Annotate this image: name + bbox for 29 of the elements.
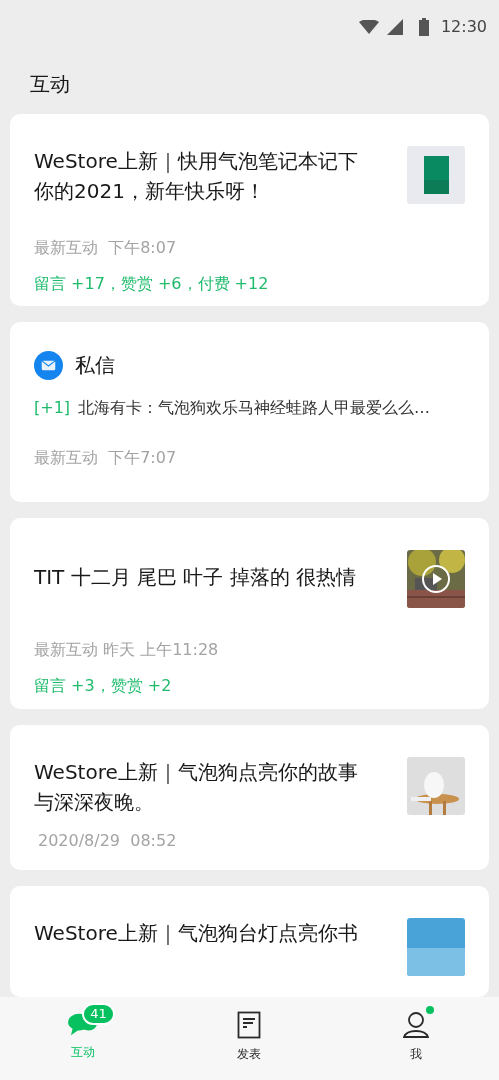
message-preview: 北海有卡：气泡狗欢乐马神经蛙路人甲最爱么么… bbox=[78, 397, 431, 420]
battery-icon bbox=[418, 18, 429, 36]
interaction-stats: 留言 +17，赞赏 +6，付费 +12 bbox=[34, 273, 270, 295]
article-card[interactable]: TIT 十二月 尾巴 叶子 掉落的 很热情 最新互动 昨天 上午11:28 留言 +3，赞赏 +2 bbox=[10, 518, 489, 710]
message-card[interactable]: 私信 [+1] 北海有卡：气泡狗欢乐马神经蛙路人甲最爱么么… 最新互动 下午7:07 bbox=[10, 322, 489, 503]
signal-icon bbox=[386, 19, 403, 35]
tab[interactable]: 我 bbox=[332, 997, 499, 1080]
interaction-time: 最新互动 下午8:07 bbox=[34, 237, 178, 259]
interaction-time: 最新互动 下午7:07 bbox=[34, 447, 178, 470]
message-heading: 私信 bbox=[75, 352, 115, 380]
mail-icon bbox=[34, 350, 63, 380]
article-card[interactable]: WeStore上新｜快用气泡笔记本记下你的2021，新年快乐呀！ 最新互动 下午8:07 留言 +17，赞赏 +6，付费 +12 bbox=[10, 114, 489, 307]
unread-count: [+1] bbox=[34, 397, 71, 420]
article-title: TIT 十二月 尾巴 叶子 掉落的 很热情 bbox=[34, 564, 357, 592]
person-icon bbox=[402, 1011, 429, 1039]
article-card[interactable]: WeStore上新｜气泡狗台灯点亮你书 bbox=[10, 885, 489, 997]
page-title: 互动 bbox=[29, 71, 71, 98]
article-title: WeStore上新｜快用气泡笔记本记下你的2021，新年快乐呀！ bbox=[34, 148, 359, 205]
wifi-icon bbox=[358, 20, 379, 34]
article-title: WeStore上新｜气泡狗台灯点亮你书 bbox=[34, 919, 358, 947]
document-icon bbox=[237, 1011, 262, 1039]
interaction-time: 2020/8/29 08:52 bbox=[38, 830, 178, 853]
article-card[interactable]: WeStore上新｜气泡狗点亮你的故事与深深夜晚。 2020/8/29 08:52 bbox=[10, 725, 489, 870]
status-time: 12:30 bbox=[440, 16, 487, 38]
article-title: WeStore上新｜气泡狗点亮你的故事与深深夜晚。 bbox=[34, 759, 359, 817]
interaction-stats: 留言 +3，赞赏 +2 bbox=[34, 675, 173, 698]
tab[interactable]: 发表 bbox=[166, 997, 333, 1080]
interaction-time: 最新互动 昨天 上午11:28 bbox=[34, 639, 220, 662]
unread-badge: 41 bbox=[82, 1003, 115, 1025]
